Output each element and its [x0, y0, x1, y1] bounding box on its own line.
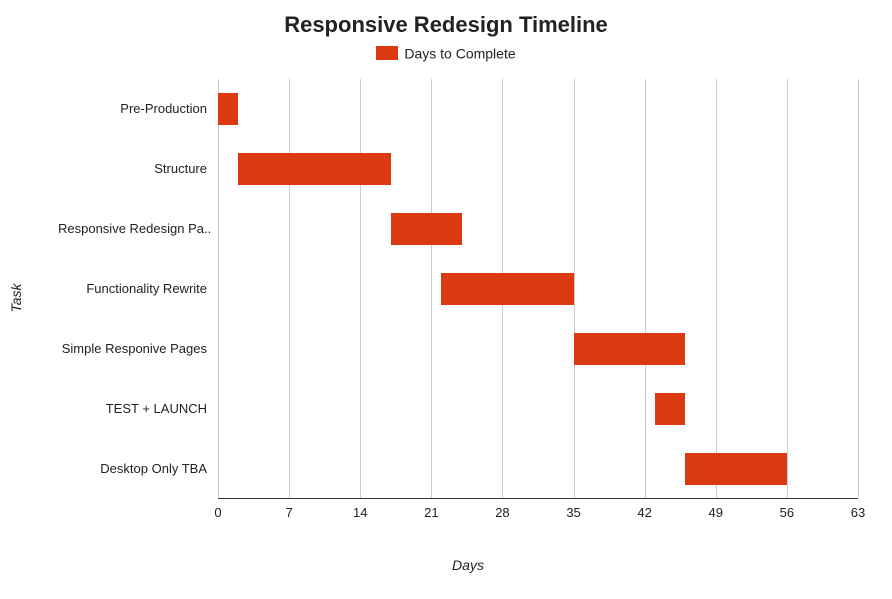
x-tick-label: 0 [214, 505, 221, 520]
category-label: Desktop Only TBA [58, 461, 213, 476]
gridline [289, 79, 290, 498]
category-label: Structure [58, 161, 213, 176]
gantt-bar [441, 273, 573, 305]
x-tick-label: 35 [566, 505, 580, 520]
category-label: Simple Responive Pages [58, 341, 213, 356]
gantt-bar [391, 213, 462, 245]
gridline [716, 79, 717, 498]
x-tick-label: 21 [424, 505, 438, 520]
x-tick-label: 49 [709, 505, 723, 520]
gantt-bar [574, 333, 686, 365]
y-axis-title: Task [8, 283, 24, 312]
chart-legend: Days to Complete [8, 44, 884, 61]
legend-label: Days to Complete [404, 45, 515, 61]
category-label: Responsive Redesign Pa.. [58, 221, 213, 236]
gridline [787, 79, 788, 498]
gridline [431, 79, 432, 498]
plot-area [218, 79, 858, 499]
chart-title: Responsive Redesign Timeline [8, 12, 884, 38]
gantt-chart: Responsive Redesign Timeline Days to Com… [8, 8, 884, 591]
gridline [574, 79, 575, 498]
category-label: TEST + LAUNCH [58, 401, 213, 416]
gantt-bar [655, 393, 685, 425]
gridline [218, 79, 219, 498]
legend-swatch [376, 46, 398, 60]
gridline [858, 79, 859, 498]
x-tick-label: 28 [495, 505, 509, 520]
x-tick-label: 7 [285, 505, 292, 520]
gridline [360, 79, 361, 498]
x-tick-label: 42 [637, 505, 651, 520]
x-axis-title: Days [58, 557, 878, 573]
category-label: Pre-Production [58, 101, 213, 116]
category-label: Functionality Rewrite [58, 281, 213, 296]
gridline [645, 79, 646, 498]
gantt-bar [685, 453, 787, 485]
x-tick-label: 63 [851, 505, 865, 520]
gantt-bar [218, 93, 238, 125]
plot-wrap: Pre-Production Structure Responsive Redesi… [58, 79, 878, 573]
x-tick-label: 56 [780, 505, 794, 520]
x-tick-label: 14 [353, 505, 367, 520]
gantt-bar [238, 153, 390, 185]
